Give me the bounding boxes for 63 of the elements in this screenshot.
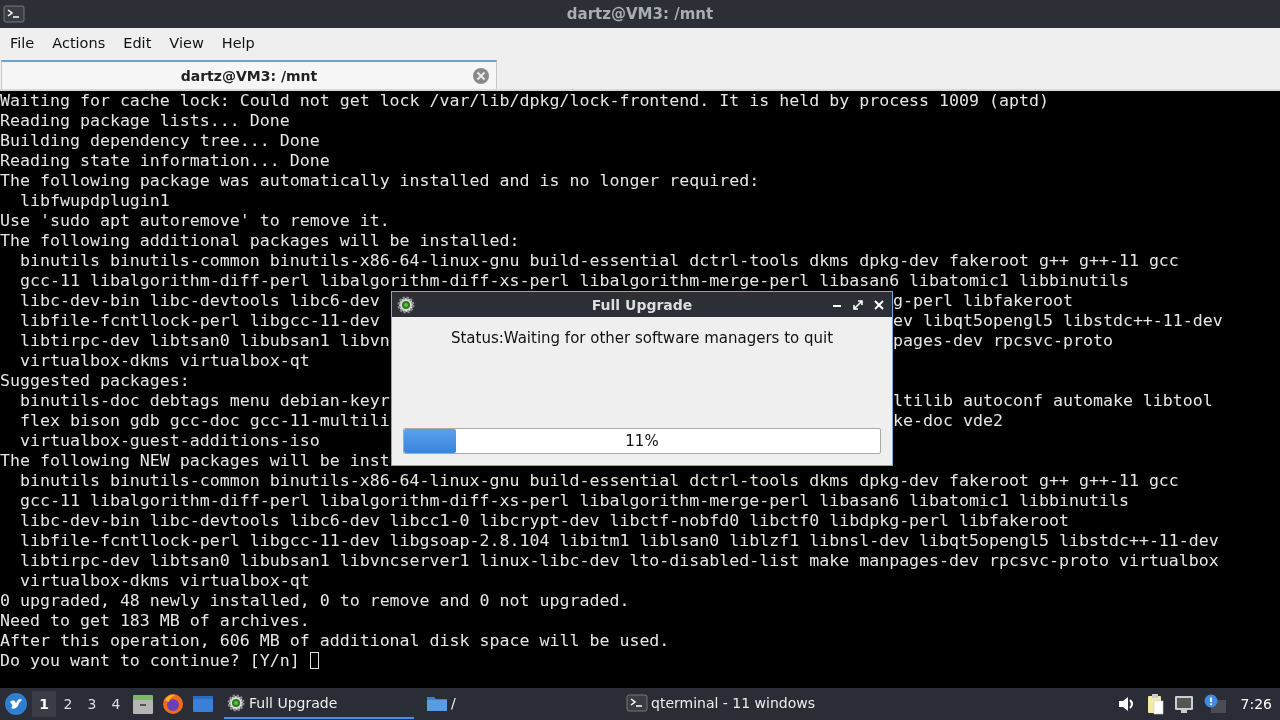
desktop-button[interactable]: 3 [80,691,104,717]
terminal-line: The following additional packages will be installed: [0,231,520,251]
progress-label: 11% [625,432,659,450]
terminal-line: libtirpc-dev libtsan0 libubsan1 libvn [18,331,390,351]
taskbar-button[interactable]: qterminal - 11 windows [624,689,815,719]
terminal-line: After this operation, 606 MB of additional disk space will be used. [0,631,670,651]
terminal-line: Reading package lists... Done [0,111,290,131]
terminal-line: The following package was automatically installed and is no longer required: [0,171,760,191]
terminal-line: libc-dev-bin libc-devtools libc6-dev [18,291,381,311]
desktop-button[interactable]: 4 [104,691,128,717]
desktop-button[interactable]: 2 [56,691,80,717]
terminal-line: binutils binutils-common binutils-x86-64-linux-gnu build-essential dctrl-tools dkms dpkg-dev fakeroot g++ g++-11 gcc [18,471,1179,491]
terminal-line: ke-doc vde2 [893,411,1004,431]
terminal-line: g-perl libfakeroot [893,291,1074,311]
terminal-line: virtualbox-guest-additions-iso [18,431,320,451]
gear-icon [226,693,246,713]
notification-icon[interactable] [1202,694,1227,714]
terminal-line: Need to get 183 MB of archives. [0,611,310,631]
terminal-line: Waiting for cache lock: Could not get lock /var/lib/dpkg/lock-frontend. It is held by process 1009 (aptd) [0,91,1049,111]
terminal-line: gcc-11 libalgorithm-diff-perl libalgorithm-diff-xs-perl libalgorithm-merge-perl libasan6 libatomic1 libbinutils [18,491,1129,511]
clock[interactable]: 7:26 [1240,696,1272,712]
terminal-line: ltilib autoconf automake libtool [893,391,1214,411]
terminal-line: Use 'sudo apt autoremove' to remove it. [0,211,390,231]
terminal-line: binutils binutils-common binutils-x86-64-linux-gnu build-essential dctrl-tools dkms dpkg-dev fakeroot g++ g++-11 gcc [18,251,1179,271]
file-cabinet-icon[interactable] [131,692,155,716]
maximize-icon[interactable] [851,297,865,312]
terminal-line: virtualbox-dkms virtualbox-qt [18,351,310,371]
terminal-tab[interactable]: dartz@VM3: /mnt [1,60,497,89]
terminal-line: Building dependency tree... Done [0,131,320,151]
desktop-button[interactable]: 1 [32,691,56,717]
terminal-line: gcc-11 libalgorithm-diff-perl libalgorithm-diff-xs-perl libalgorithm-merge-perl libasan6 libatomic1 libbinutils [18,271,1129,291]
menu-item[interactable]: View [160,32,213,53]
terminal-line: Do you want to continue? [Y/n] [0,651,301,671]
terminal-line: ev libqt5opengl5 libstdc++-11-dev [893,311,1224,331]
terminal-line: libfwupdplugin1 [18,191,170,211]
terminal-line: libfile-fcntllock-perl libgcc-11-dev libgsoap-2.8.104 libitm1 liblsan0 liblzf1 libnsl-dev libqt5opengl5 libstdc++-11-dev [18,531,1219,551]
terminal-line: 0 upgraded, 48 newly installed, 0 to remove and 0 not upgraded. [0,591,630,611]
terminal-line: libc-dev-bin libc-devtools libc6-dev libcc1-0 libcrypt-dev libctf-nobfd0 libctf0 libdpkg-perl libfakeroot [18,511,1069,531]
terminal-line: Reading state information... Done [0,151,330,171]
dialog-title: Full Upgrade [591,296,693,313]
terminal-line: The following NEW packages will be inst [0,451,390,471]
terminal-line: flex bison gdb gcc-doc gcc-11-multili [18,411,390,431]
network-icon[interactable] [1172,694,1195,714]
terminal-icon [3,4,25,24]
menu-item[interactable]: Edit [114,32,161,53]
browser-icon[interactable] [161,692,185,716]
terminal-line: Suggested packages: [0,371,190,391]
terminal-line: pages-dev rpcsvc-proto [893,331,1114,351]
window-title: dartz@VM3: /mnt [566,5,714,23]
close-icon[interactable] [872,297,886,312]
terminal-line: virtualbox-dkms virtualbox-qt [18,571,310,591]
menu-item[interactable]: File [1,32,44,53]
taskbar-button[interactable]: / [424,689,614,719]
terminal-line: libfile-fcntllock-perl libgcc-11-dev [18,311,381,331]
menu-item[interactable]: Actions [43,32,115,53]
menu-item[interactable]: Help [212,32,264,53]
terminal-line: libtirpc-dev libtsan0 libubsan1 libvncserver1 linux-libc-dev lto-disabled-list make manpages-dev rpcsvc-proto virtualbox [18,551,1219,571]
status-text: Status:Waiting for other software managers to quit [450,329,834,347]
start-menu-icon[interactable] [4,692,28,716]
taskbar-button[interactable]: Full Upgrade [224,689,414,719]
terminal-icon [626,693,648,713]
gear-icon [396,294,416,315]
terminal-line: binutils-doc debtags menu debian-keyr [18,391,390,411]
